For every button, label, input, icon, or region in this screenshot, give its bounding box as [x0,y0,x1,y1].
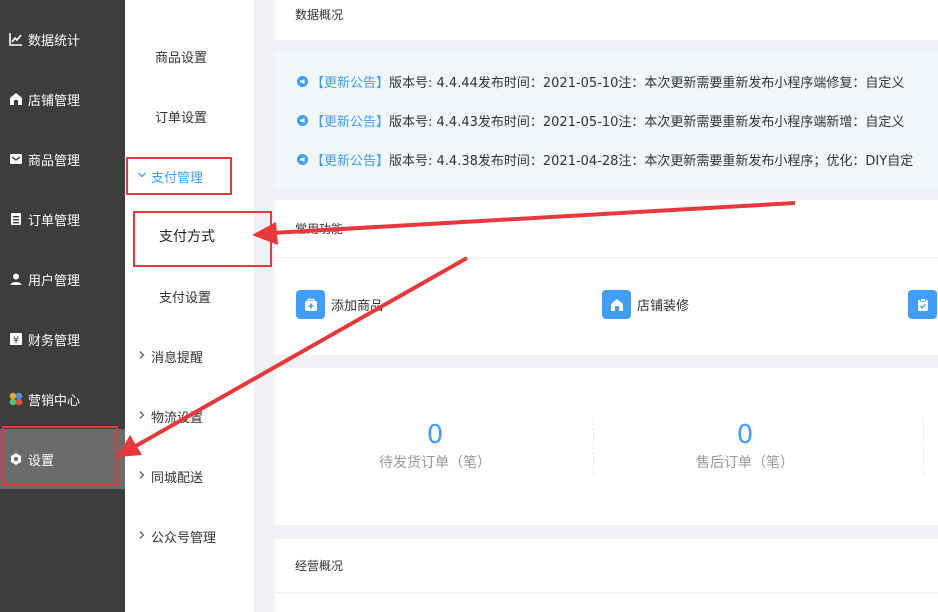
chevron-right-icon [137,469,151,483]
gear-icon [8,451,24,467]
nav-item-finance[interactable]: ¥ 财务管理 [0,309,125,369]
chevron-down-icon [137,169,151,183]
notice-text: 版本号: 4.4.38发布时间：2021-04-28注：本次更新需要重新发布小程… [389,153,914,169]
function-label: 店铺装修 [637,299,690,314]
clipboard-button[interactable] [908,290,938,319]
nav-item-shop[interactable]: 店铺管理 [0,69,125,129]
submenu-item-payment-methods[interactable]: 支付方式 [125,206,255,266]
main-content: 数据概况 【更新公告】 版本号: 4.4.44发布时间：2021-05-10注：… [255,0,938,612]
submenu-item-local-delivery[interactable]: 同城配送 [125,446,255,506]
stat-divider [923,418,924,474]
chevron-right-icon [137,349,151,363]
announcement-icon [297,75,308,87]
svg-text:¥: ¥ [13,335,19,346]
nav-item-label: 订单管理 [28,213,81,229]
store-decor-button[interactable]: 店铺装修 [602,290,689,319]
submenu-item-label: 公众号管理 [151,530,217,546]
notice-tag: 【更新公告】 [311,114,390,130]
stat-value: 0 [736,420,754,450]
clipboard-icon [908,290,937,319]
submenu-item-payment-management[interactable]: 支付管理 [125,146,255,206]
goods-icon [8,151,24,167]
submenu-item-label: 物流设置 [151,410,204,426]
nav-item-label: 店铺管理 [28,93,81,109]
order-icon [8,211,24,227]
submenu-item-order-settings[interactable]: 订单设置 [125,86,255,146]
notice-tag: 【更新公告】 [311,75,390,91]
stat-value: 0 [426,420,444,450]
submenu-item-official-account[interactable]: 公众号管理 [125,506,255,566]
line-chart-icon [8,31,24,47]
nav-item-label: 财务管理 [28,333,81,349]
stat-label: 待发货订单（笔） [379,455,491,471]
notice-item[interactable]: 【更新公告】 版本号: 4.4.43发布时间：2021-05-10注：本次更新需… [297,111,905,130]
store-decor-icon [602,290,631,319]
common-functions-title: 常用功能 [275,200,938,258]
marketing-icon [8,391,24,407]
nav-item-data-stats[interactable]: 数据统计 [0,9,125,69]
app-root: 数据统计 店铺管理 商品管理 订单管理 用户管理 ¥ 财务管理 营销中心 设置 … [0,0,938,612]
submenu-item-label: 支付管理 [151,170,204,186]
submenu-item-label: 商品设置 [155,50,208,66]
nav-item-users[interactable]: 用户管理 [0,249,125,309]
nav-item-label: 营销中心 [28,393,81,409]
notice-list: 【更新公告】 版本号: 4.4.44发布时间：2021-05-10注：本次更新需… [275,52,938,188]
notice-item[interactable]: 【更新公告】 版本号: 4.4.44发布时间：2021-05-10注：本次更新需… [297,72,905,91]
nav-item-label: 设置 [28,453,55,469]
after-sales-stat[interactable]: 0 售后订单（笔） [585,420,905,472]
notice-text: 版本号: 4.4.44发布时间：2021-05-10注：本次更新需要重新发布小程… [389,75,905,91]
chevron-right-icon [137,409,151,423]
submenu-item-payment-settings[interactable]: 支付设置 [125,266,255,326]
submenu-item-label: 支付方式 [159,229,215,245]
main-nav: 数据统计 店铺管理 商品管理 订单管理 用户管理 ¥ 财务管理 营销中心 设置 [0,0,125,612]
nav-item-marketing[interactable]: 营销中心 [0,369,125,429]
announcement-icon [297,153,308,165]
notice-item[interactable]: 【更新公告】 版本号: 4.4.38发布时间：2021-04-28注：本次更新需… [297,150,914,169]
overview-title: 数据概况 [295,7,344,22]
nav-item-goods[interactable]: 商品管理 [0,129,125,189]
submenu-item-logistics[interactable]: 物流设置 [125,386,255,446]
business-overview-card: 经营概况 [275,539,938,612]
shop-icon [8,91,24,107]
nav-item-settings[interactable]: 设置 [0,429,125,489]
submenu-item-label: 订单设置 [155,110,208,126]
notice-text: 版本号: 4.4.43发布时间：2021-05-10注：本次更新需要重新发布小程… [389,114,905,130]
submenu-item-goods-settings[interactable]: 商品设置 [125,26,255,86]
notice-tag: 【更新公告】 [311,153,390,169]
user-icon [8,271,24,287]
yen-icon: ¥ [8,331,24,347]
common-functions-card: 常用功能 [275,200,938,355]
nav-item-orders[interactable]: 订单管理 [0,189,125,249]
business-overview-title: 经营概况 [275,539,938,593]
announcement-icon [297,114,308,126]
function-label: 添加商品 [331,299,384,314]
add-goods-icon [296,290,325,319]
chevron-right-icon [137,529,151,543]
nav-item-label: 商品管理 [28,153,81,169]
pending-shipment-stat[interactable]: 0 待发货订单（笔） [275,420,595,472]
nav-item-label: 数据统计 [28,33,81,49]
stat-label: 售后订单（笔） [696,455,794,471]
submenu-item-notifications[interactable]: 消息提醒 [125,326,255,386]
submenu-item-label: 消息提醒 [151,350,204,366]
settings-submenu: 商品设置 订单设置 支付管理 支付方式 支付设置 消息提醒 物流设置 同城配送 … [125,0,255,612]
add-goods-button[interactable]: 添加商品 [296,290,383,319]
submenu-item-label: 同城配送 [151,470,204,486]
submenu-item-label: 支付设置 [159,290,212,306]
overview-card: 数据概况 [275,0,938,40]
nav-item-label: 用户管理 [28,273,81,289]
